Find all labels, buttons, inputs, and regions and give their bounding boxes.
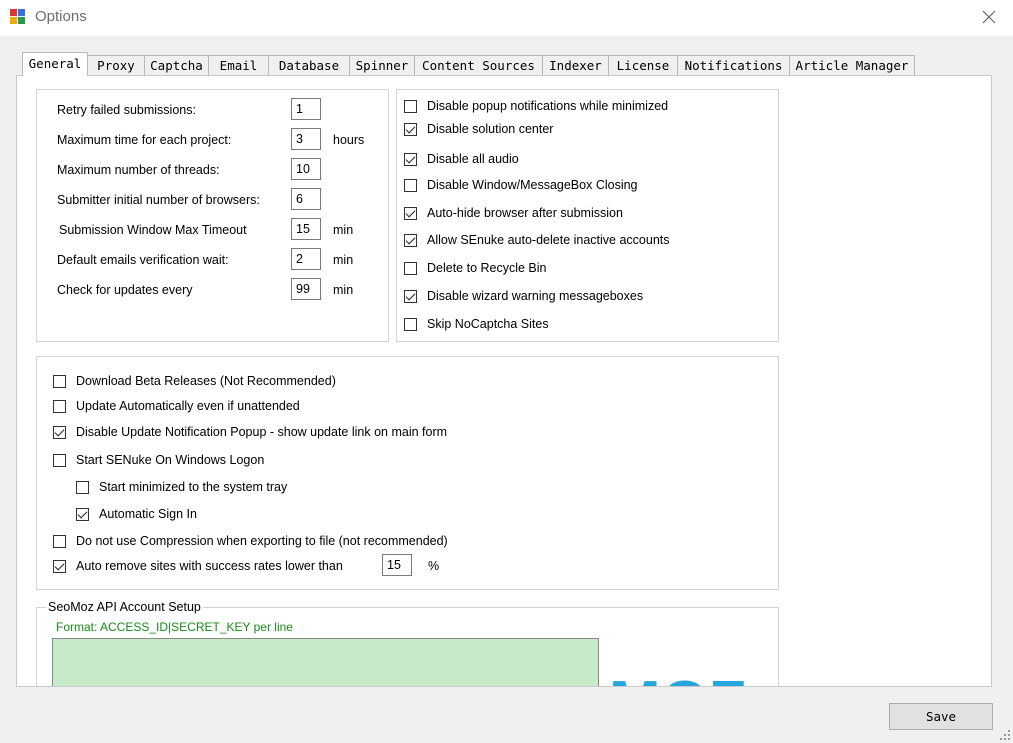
update-auto-remove-sites[interactable]: Auto remove sites with success rates low… (53, 557, 343, 575)
option-recycle-bin[interactable]: Delete to Recycle Bin (404, 259, 547, 277)
resize-grip-icon[interactable] (999, 729, 1011, 741)
save-button[interactable]: Save (889, 703, 993, 730)
auto-remove-rate-unit: % (428, 559, 440, 573)
checkbox[interactable] (53, 453, 66, 467)
option-label: Delete to Recycle Bin (427, 261, 547, 275)
checkbox[interactable] (404, 122, 417, 136)
option-label: Update Automatically even if unattended (76, 399, 300, 413)
app-icon (10, 9, 26, 25)
option-label: Skip NoCaptcha Sites (427, 317, 549, 331)
option-label: Disable solution center (427, 122, 554, 136)
email-wait-label: Default emails verification wait: (57, 253, 229, 267)
checkbox[interactable] (404, 206, 417, 220)
update-beta-releases[interactable]: Download Beta Releases (Not Recommended) (53, 372, 336, 390)
max-time-unit: hours (333, 133, 365, 147)
title-bar: Options (0, 0, 1013, 36)
checkbox[interactable] (53, 425, 66, 439)
option-disable-solution-center[interactable]: Disable solution center (404, 120, 553, 138)
numeric-settings-group: Retry failed submissions: Maximum time f… (36, 89, 389, 342)
tab-email[interactable]: Email (208, 55, 269, 75)
email-wait-input[interactable] (291, 248, 321, 270)
update-start-on-logon[interactable]: Start SENuke On Windows Logon (53, 451, 264, 469)
option-label: Disable Update Notification Popup - show… (76, 425, 448, 439)
tab-notifications[interactable]: Notifications (677, 55, 790, 75)
option-label: Auto remove sites with success rates low… (76, 559, 343, 573)
checkbox[interactable] (404, 317, 417, 331)
close-icon (982, 10, 996, 24)
update-check-unit: min (333, 283, 354, 297)
update-check-input[interactable] (291, 278, 321, 300)
checkbox[interactable] (404, 99, 417, 113)
update-start-minimized[interactable]: Start minimized to the system tray (76, 478, 287, 496)
checkbox[interactable] (53, 399, 66, 413)
close-button[interactable] (970, 2, 1010, 32)
tab-proxy[interactable]: Proxy (87, 55, 145, 75)
checkbox[interactable] (404, 233, 417, 247)
option-label: Automatic Sign In (99, 507, 197, 521)
max-time-label: Maximum time for each project: (57, 133, 232, 147)
moz-logo-text: MOZ (609, 669, 747, 687)
update-disable-popup[interactable]: Disable Update Notification Popup - show… (53, 423, 447, 441)
checkbox[interactable] (76, 480, 89, 494)
option-disable-wizard-warnings[interactable]: Disable wizard warning messageboxes (404, 287, 643, 305)
tab-general[interactable]: General (22, 52, 88, 76)
seomoz-credentials-textarea[interactable] (52, 638, 599, 686)
option-label: Start minimized to the system tray (99, 480, 288, 494)
checkbox[interactable] (76, 507, 89, 521)
threads-label: Maximum number of threads: (57, 163, 220, 177)
window-timeout-input[interactable] (291, 218, 321, 240)
update-check-label: Check for updates every (57, 283, 193, 297)
general-tab-panel: Retry failed submissions: Maximum time f… (16, 75, 992, 687)
option-disable-window-closing[interactable]: Disable Window/MessageBox Closing (404, 176, 638, 194)
tab-article-manager[interactable]: Article Manager (789, 55, 915, 75)
options-group: Disable popup notifications while minimi… (396, 89, 779, 342)
auto-remove-rate-input[interactable] (382, 554, 412, 576)
updates-group: Download Beta Releases (Not Recommended)… (36, 356, 779, 590)
window-timeout-unit: min (333, 223, 354, 237)
retry-input[interactable] (291, 98, 321, 120)
checkbox[interactable] (404, 152, 417, 166)
option-label: Download Beta Releases (Not Recommended) (76, 374, 336, 388)
option-label: Allow SEnuke auto-delete inactive accoun… (427, 233, 670, 247)
threads-input[interactable] (291, 158, 321, 180)
option-label: Do not use Compression when exporting to… (76, 534, 448, 548)
tab-content-sources[interactable]: Content Sources (414, 55, 543, 75)
email-wait-unit: min (333, 253, 354, 267)
tab-captcha[interactable]: Captcha (144, 55, 209, 75)
max-time-input[interactable] (291, 128, 321, 150)
option-auto-delete-accounts[interactable]: Allow SEnuke auto-delete inactive accoun… (404, 231, 670, 249)
retry-label: Retry failed submissions: (57, 103, 196, 117)
checkbox[interactable] (53, 534, 66, 548)
browsers-label: Submitter initial number of browsers: (57, 193, 260, 207)
tab-database[interactable]: Database (268, 55, 350, 75)
checkbox[interactable] (53, 374, 66, 388)
update-automatic-sign-in[interactable]: Automatic Sign In (76, 505, 197, 523)
checkbox[interactable] (404, 289, 417, 303)
moz-logo: MOZ (607, 666, 777, 687)
option-disable-popup[interactable]: Disable popup notifications while minimi… (404, 97, 668, 115)
seomoz-format-note: Format: ACCESS_ID|SECRET_KEY per line (56, 620, 293, 634)
update-automatically[interactable]: Update Automatically even if unattended (53, 397, 300, 415)
option-label: Start SENuke On Windows Logon (76, 453, 265, 467)
window-timeout-label: Submission Window Max Timeout (59, 223, 247, 237)
checkbox[interactable] (404, 261, 417, 275)
tab-spinner[interactable]: Spinner (349, 55, 415, 75)
seomoz-legend: SeoMoz API Account Setup (46, 600, 203, 614)
update-no-compression[interactable]: Do not use Compression when exporting to… (53, 532, 448, 550)
option-auto-hide-browser[interactable]: Auto-hide browser after submission (404, 204, 623, 222)
checkbox[interactable] (404, 178, 417, 192)
option-skip-nocaptcha[interactable]: Skip NoCaptcha Sites (404, 315, 549, 333)
tab-license[interactable]: License (608, 55, 678, 75)
option-label: Auto-hide browser after submission (427, 206, 623, 220)
option-disable-audio[interactable]: Disable all audio (404, 150, 519, 168)
checkbox[interactable] (53, 559, 66, 573)
window-title: Options (35, 8, 87, 25)
browsers-input[interactable] (291, 188, 321, 210)
option-label: Disable popup notifications while minimi… (427, 99, 669, 113)
option-label: Disable wizard warning messageboxes (427, 289, 644, 303)
option-label: Disable all audio (427, 152, 519, 166)
option-label: Disable Window/MessageBox Closing (427, 178, 638, 192)
tab-indexer[interactable]: Indexer (542, 55, 609, 75)
